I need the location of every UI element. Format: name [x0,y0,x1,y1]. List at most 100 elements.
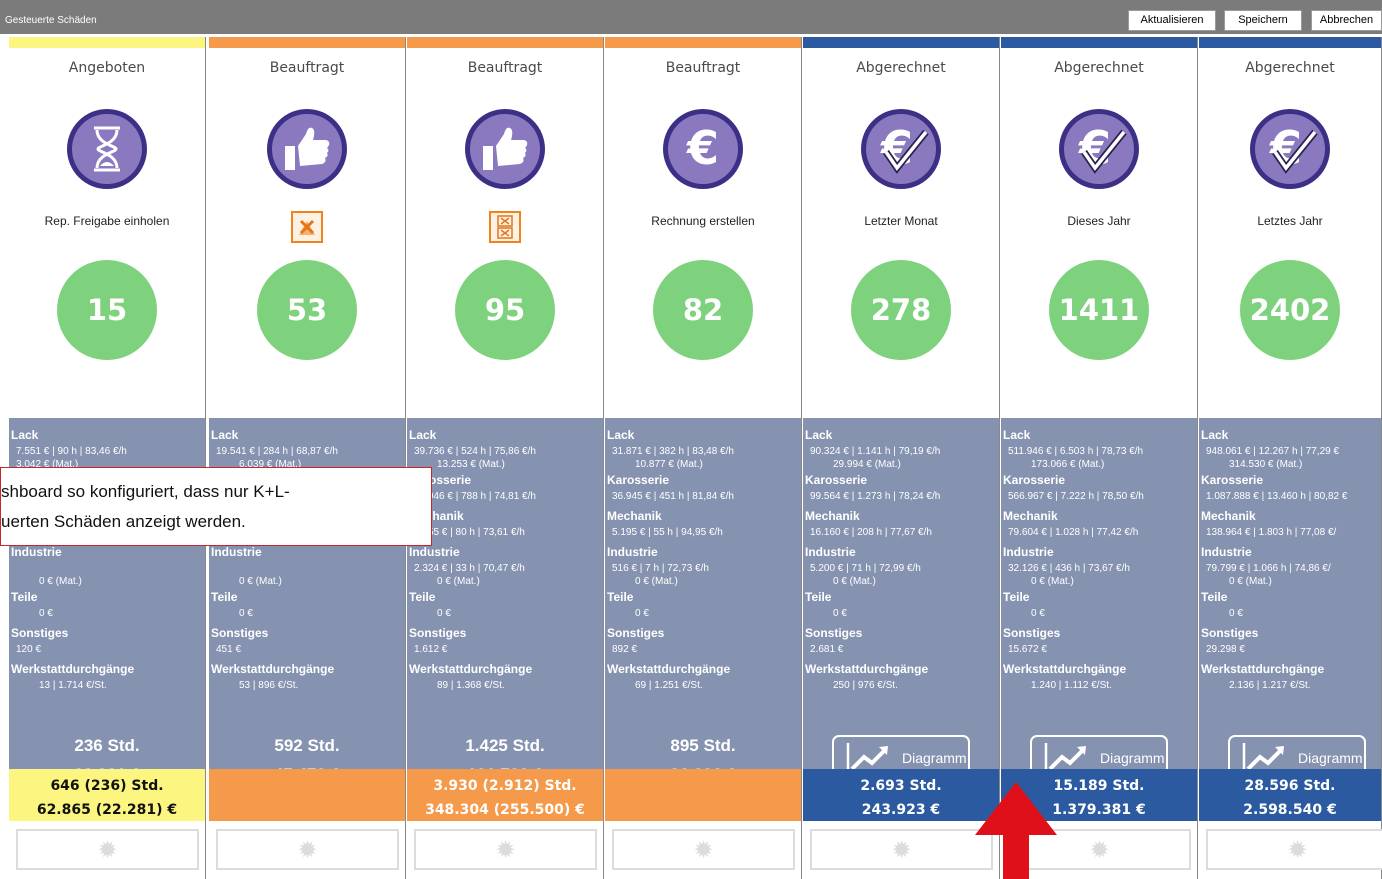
lack-heading: Lack [1003,428,1031,442]
industrie-material-line: 0 € (Mat.) [239,576,282,587]
industrie-line: 516 € | 7 h | 72,73 €/h [612,563,709,574]
teile-heading: Teile [211,590,238,604]
status-label: Beauftragt [665,60,741,76]
industrie-material-line: 0 € (Mat.) [1031,576,1074,587]
sonstiges-line: 451 € [216,644,242,655]
save-button[interactable]: Speichern [1224,10,1302,31]
werkstatt-heading: Werkstattdurchgänge [607,662,731,676]
settings-button[interactable]: ✹ [414,829,597,870]
lack-heading: Lack [11,428,39,442]
no-repair-warning-icon[interactable] [291,211,323,243]
lack-line: 19.541 € | 284 h | 68,87 €/h [216,446,338,457]
industrie-line: 79.799 € | 1.066 h | 74,86 €/ [1206,563,1331,574]
euro-icon: € [663,109,743,189]
industrie-heading: Industrie [211,545,262,559]
teile-line: 0 € [833,608,847,619]
status-column: Beauftragt 53 Lack 19.541 € | 284 h | 68,87… [209,37,406,879]
diagram-label: Diagramm [1100,750,1165,766]
teile-line: 0 € [1229,608,1243,619]
settings-button[interactable]: ✹ [810,829,993,870]
mechanik-line: 138.964 € | 1.803 h | 77,08 €/ [1206,527,1337,538]
column-total-footer [209,769,405,821]
footer-euro: 62.865 (22.281) € [36,802,178,818]
gear-icon: ✹ [891,836,912,864]
gear-icon: ✹ [693,836,714,864]
werkstatt-line: 13 | 1.714 €/St. [39,680,107,691]
settings-button[interactable]: ✹ [612,829,795,870]
column-total-footer: 646 (236) Std. 62.865 (22.281) € [9,769,205,821]
lack-material-line: 13.253 € (Mat.) [437,459,505,470]
industrie-material-line: 0 € (Mat.) [1229,576,1272,587]
werkstatt-line: 250 | 976 €/St. [833,680,898,691]
lack-heading: Lack [607,428,635,442]
lack-material-line: 314.530 € (Mat.) [1229,459,1303,470]
werkstatt-line: 69 | 1.251 €/St. [635,680,703,691]
gear-icon: ✹ [97,836,118,864]
industrie-material-line: 0 € (Mat.) [635,576,678,587]
status-color-bar [605,37,801,48]
column-header: Beauftragt 95 [407,48,603,418]
industrie-heading: Industrie [409,545,460,559]
footer-euro: 348.304 (255.500) € [425,802,585,818]
stats-panel: Lack 90.324 € | 1.141 h | 79,19 €/h 29.994… [803,418,999,780]
status-label: Beauftragt [467,60,543,76]
settings-button[interactable]: ✹ [16,829,199,870]
industrie-heading: Industrie [1201,545,1252,559]
lack-line: 90.324 € | 1.141 h | 79,19 €/h [810,446,941,457]
settings-button[interactable]: ✹ [1206,829,1382,870]
count-badge: 82 [653,260,753,360]
count-badge: 15 [57,260,157,360]
euro-check-icon: € [1250,109,1330,189]
gear-icon: ✹ [297,836,318,864]
status-column: Abgerechnet € Letzter Monat 278 Lack 90.324 €… [803,37,1000,879]
sonstiges-line: 2.681 € [810,644,844,655]
werkstatt-line: 89 | 1.368 €/St. [437,680,505,691]
status-label: Abgerechnet [1054,60,1144,76]
mechanik-line: 79.604 € | 1.028 h | 77,42 €/h [1008,527,1139,538]
status-label: Abgerechnet [856,60,946,76]
status-color-bar [407,37,603,48]
lack-line: 511.946 € | 6.503 h | 78,73 €/h [1008,446,1144,457]
stats-panel: Lack 39.736 € | 524 h | 75,86 €/h 13.253 €… [407,418,603,784]
total-hours: 1.425 Std. [465,736,545,755]
sonstiges-heading: Sonstiges [1201,626,1259,640]
lack-heading: Lack [1201,428,1229,442]
thumbs-up-icon [465,109,545,189]
status-label: Beauftragt [269,60,345,76]
sonstiges-heading: Sonstiges [805,626,863,640]
status-color-bar [1001,37,1197,48]
teile-line: 0 € [239,608,253,619]
status-color-bar [803,37,999,48]
column-total-footer: 2.693 Std. 243.923 € [803,769,999,821]
teile-line: 0 € [1031,608,1045,619]
euro-check-icon-glyph: € [1269,121,1318,175]
footer-euro: 243.923 € [861,802,941,818]
subtitle-label: Rechnung erstellen [651,214,755,228]
total-hours: 236 Std. [74,736,140,755]
sonstiges-heading: Sonstiges [1003,626,1061,640]
settings-button[interactable]: ✹ [216,829,399,870]
status-label: Abgerechnet [1245,60,1335,76]
lack-material-line: 29.994 € (Mat.) [833,459,901,470]
status-column: Beauftragt 95 Lack 39.736 € | 524 h | 75,86… [407,37,604,879]
checklist-warning-icon[interactable] [489,211,521,243]
sonstiges-line: 892 € [612,644,638,655]
svg-text:€: € [686,121,719,175]
status-column: Abgerechnet € Letztes Jahr 2402 Lack 948.061 … [1199,37,1382,879]
teile-heading: Teile [805,590,832,604]
total-hours: 592 Std. [274,736,340,755]
refresh-button[interactable]: Aktualisieren [1128,10,1216,31]
karosserie-line: 1.087.888 € | 13.460 h | 80,82 € [1206,491,1348,502]
werkstatt-heading: Werkstattdurchgänge [805,662,929,676]
industrie-line: 5.200 € | 71 h | 72,99 €/h [810,563,921,574]
stats-panel: Lack 948.061 € | 12.267 h | 77,29 € 314.53… [1199,418,1381,780]
cancel-button[interactable]: Abbrechen [1311,10,1382,31]
werkstatt-heading: Werkstattdurchgänge [211,662,335,676]
diagram-label: Diagramm [902,750,967,766]
mechanik-line: 16.160 € | 208 h | 77,67 €/h [810,527,932,538]
status-color-bar [9,37,205,48]
status-column: Beauftragt € Rechnung erstellen 82 Lack 31.87… [605,37,802,879]
count-badge: 1411 [1049,260,1149,360]
sonstiges-line: 15.672 € [1008,644,1047,655]
callout-line-2: uerten Schäden anzeigt werden. [1,512,246,531]
